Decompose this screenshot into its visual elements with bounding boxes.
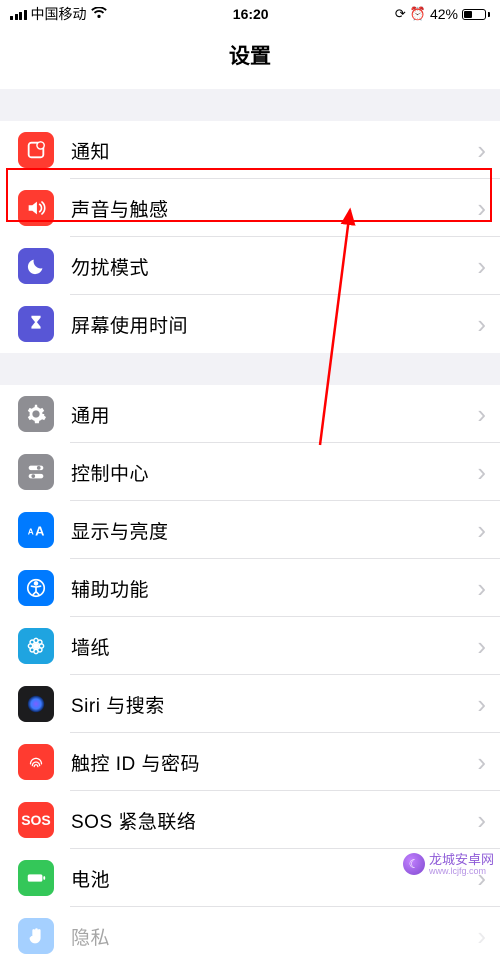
wifi-icon: [91, 6, 107, 22]
chevron-right-icon: ›: [477, 691, 486, 717]
hand-icon: [18, 918, 54, 954]
row-siri-search[interactable]: Siri 与搜索 ›: [0, 675, 500, 733]
chevron-right-icon: ›: [477, 633, 486, 659]
chevron-right-icon: ›: [477, 195, 486, 221]
row-display-brightness[interactable]: AA 显示与亮度 ›: [0, 501, 500, 559]
row-label: 屏幕使用时间: [71, 311, 471, 338]
row-accessibility[interactable]: 辅助功能 ›: [0, 559, 500, 617]
status-time: 16:20: [233, 6, 269, 22]
battery-pct: 42%: [430, 6, 458, 22]
row-do-not-disturb[interactable]: 勿扰模式 ›: [0, 237, 500, 295]
chevron-right-icon: ›: [477, 807, 486, 833]
sounds-icon: [18, 190, 54, 226]
carrier-label: 中国移动: [31, 4, 87, 24]
row-control-center[interactable]: 控制中心 ›: [0, 443, 500, 501]
row-label: 触控 ID 与密码: [71, 749, 471, 776]
watermark-url: www.lcjfg.com: [429, 867, 494, 876]
rotation-lock-icon: ⟳: [395, 6, 406, 22]
gear-icon: [18, 396, 54, 432]
chevron-right-icon: ›: [477, 923, 486, 949]
accessibility-icon: [18, 570, 54, 606]
watermark-name: 龙城安卓网: [429, 853, 494, 867]
flower-icon: [18, 628, 54, 664]
chevron-right-icon: ›: [477, 459, 486, 485]
row-label: 通知: [71, 137, 471, 164]
settings-group-2: 通用 › 控制中心 › AA 显示与亮度 › 辅助功能 › 墙纸 › Siri …: [0, 385, 500, 965]
siri-icon: [18, 686, 54, 722]
moon-icon: [18, 248, 54, 284]
row-label: 控制中心: [71, 459, 471, 486]
chevron-right-icon: ›: [477, 253, 486, 279]
chevron-right-icon: ›: [477, 575, 486, 601]
page-title: 设置: [0, 28, 500, 89]
row-label: 显示与亮度: [71, 517, 471, 544]
settings-group-1: 通知 › 声音与触感 › 勿扰模式 › 屏幕使用时间 ›: [0, 121, 500, 353]
row-wallpaper[interactable]: 墙纸 ›: [0, 617, 500, 675]
battery-icon: [462, 9, 490, 20]
chevron-right-icon: ›: [477, 401, 486, 427]
hourglass-icon: [18, 306, 54, 342]
row-label: 隐私: [71, 923, 471, 950]
row-label: 墙纸: [71, 633, 471, 660]
row-sounds-haptics[interactable]: 声音与触感 ›: [0, 179, 500, 237]
chevron-right-icon: ›: [477, 311, 486, 337]
row-label: Siri 与搜索: [71, 691, 471, 718]
chevron-right-icon: ›: [477, 137, 486, 163]
text-size-icon: AA: [18, 512, 54, 548]
row-screen-time[interactable]: 屏幕使用时间 ›: [0, 295, 500, 353]
sliders-icon: [18, 454, 54, 490]
row-label: 声音与触感: [71, 195, 471, 222]
watermark-icon: ☾: [403, 853, 425, 875]
row-label: 勿扰模式: [71, 253, 471, 280]
alarm-icon: ⏰: [410, 6, 426, 22]
chevron-right-icon: ›: [477, 517, 486, 543]
chevron-right-icon: ›: [477, 749, 486, 775]
row-label: 辅助功能: [71, 575, 471, 602]
signal-icon: [10, 9, 27, 20]
row-touch-id-passcode[interactable]: 触控 ID 与密码 ›: [0, 733, 500, 791]
row-notifications[interactable]: 通知 ›: [0, 121, 500, 179]
row-privacy[interactable]: 隐私 ›: [0, 907, 500, 965]
fingerprint-icon: [18, 744, 54, 780]
sos-icon: SOS: [18, 802, 54, 838]
svg-text:A: A: [35, 524, 44, 539]
svg-text:A: A: [28, 528, 34, 537]
row-general[interactable]: 通用 ›: [0, 385, 500, 443]
row-label: SOS 紧急联络: [71, 807, 471, 834]
row-sos[interactable]: SOS SOS 紧急联络 ›: [0, 791, 500, 849]
row-label: 通用: [71, 401, 471, 428]
watermark: ☾ 龙城安卓网 www.lcjfg.com: [403, 853, 494, 876]
status-bar: 中国移动 16:20 ⟳ ⏰ 42%: [0, 0, 500, 28]
notifications-icon: [18, 132, 54, 168]
battery-icon: [18, 860, 54, 896]
